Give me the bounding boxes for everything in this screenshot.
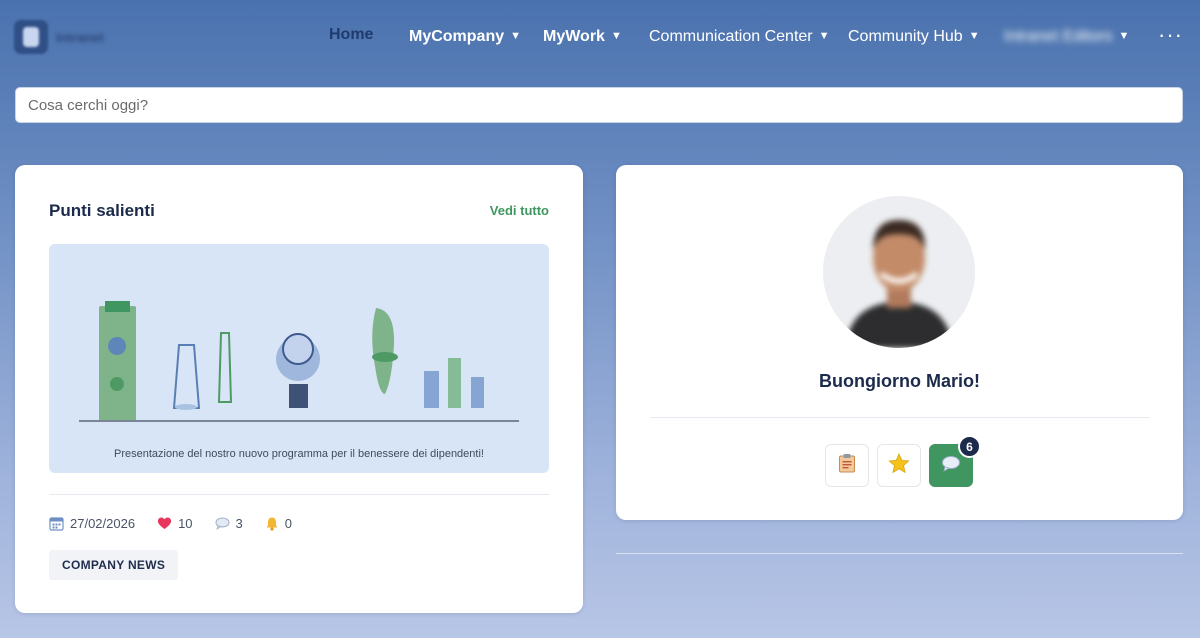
nav-mycompany[interactable]: MyCompany ▼: [409, 28, 521, 46]
chevron-down-icon: ▼: [510, 30, 522, 42]
divider: [49, 494, 549, 495]
heart-icon: [157, 516, 172, 530]
chevron-down-icon: ▼: [818, 30, 830, 42]
bell-icon: [265, 516, 279, 531]
comments-count: 3: [235, 515, 243, 531]
comment-button[interactable]: 3: [215, 516, 243, 531]
tasks-button[interactable]: [825, 444, 869, 487]
app-logo-icon[interactable]: [14, 20, 48, 54]
app-logo-text: Intranet: [56, 30, 104, 45]
messages-count-badge: 6: [958, 435, 981, 458]
category-tag[interactable]: COMPANY NEWS: [49, 550, 179, 580]
favorites-button[interactable]: [877, 444, 921, 487]
highlights-title: Punti salienti: [49, 201, 155, 220]
nav-mywork[interactable]: MyWork ▼: [543, 28, 622, 46]
greeting-text: Buongiorno Mario!: [819, 371, 980, 391]
chevron-down-icon: ▼: [610, 30, 622, 42]
star-icon: [888, 452, 910, 479]
nav-home[interactable]: Home: [329, 26, 373, 44]
chat-icon: [941, 455, 961, 477]
more-menu-icon[interactable]: ···: [1158, 22, 1183, 48]
comment-icon: [215, 517, 230, 530]
chevron-down-icon: ▼: [1118, 30, 1130, 42]
highlight-caption: Presentazione del nostro nuovo programma…: [114, 448, 484, 460]
like-button[interactable]: 10: [157, 515, 193, 531]
notifications-count: 0: [284, 515, 293, 531]
avatar[interactable]: [823, 196, 975, 348]
search-input[interactable]: [16, 88, 1182, 122]
wellness-illustration: [79, 301, 519, 422]
post-meta: 27/02/2026 10 3 0: [49, 514, 314, 532]
divider: [650, 417, 1150, 418]
highlight-image[interactable]: Presentazione del nostro nuovo programma…: [49, 244, 549, 473]
chevron-down-icon: ▼: [968, 30, 980, 42]
search-bar: [15, 87, 1183, 123]
nav-community-hub[interactable]: Community Hub ▼: [848, 28, 980, 46]
post-date: 27/02/2026: [49, 516, 135, 531]
profile-card: Buongiorno Mario! 6: [616, 165, 1183, 520]
nav-intranet-editors[interactable]: Intranet Editors ▼: [1004, 28, 1129, 46]
clipboard-icon: [838, 453, 856, 478]
likes-count: 10: [178, 515, 193, 531]
section-divider: [616, 553, 1183, 554]
notify-button[interactable]: 0: [265, 516, 292, 531]
see-all-link[interactable]: Vedi tutto: [490, 203, 549, 218]
highlights-card: Punti salienti Vedi tutto Presentazione …: [15, 165, 583, 613]
nav-communication-center[interactable]: Communication Center ▼: [649, 28, 830, 46]
calendar-icon: [49, 516, 64, 531]
top-navigation: Intranet Home MyCompany ▼ MyWork ▼ Communi…: [0, 0, 1200, 74]
